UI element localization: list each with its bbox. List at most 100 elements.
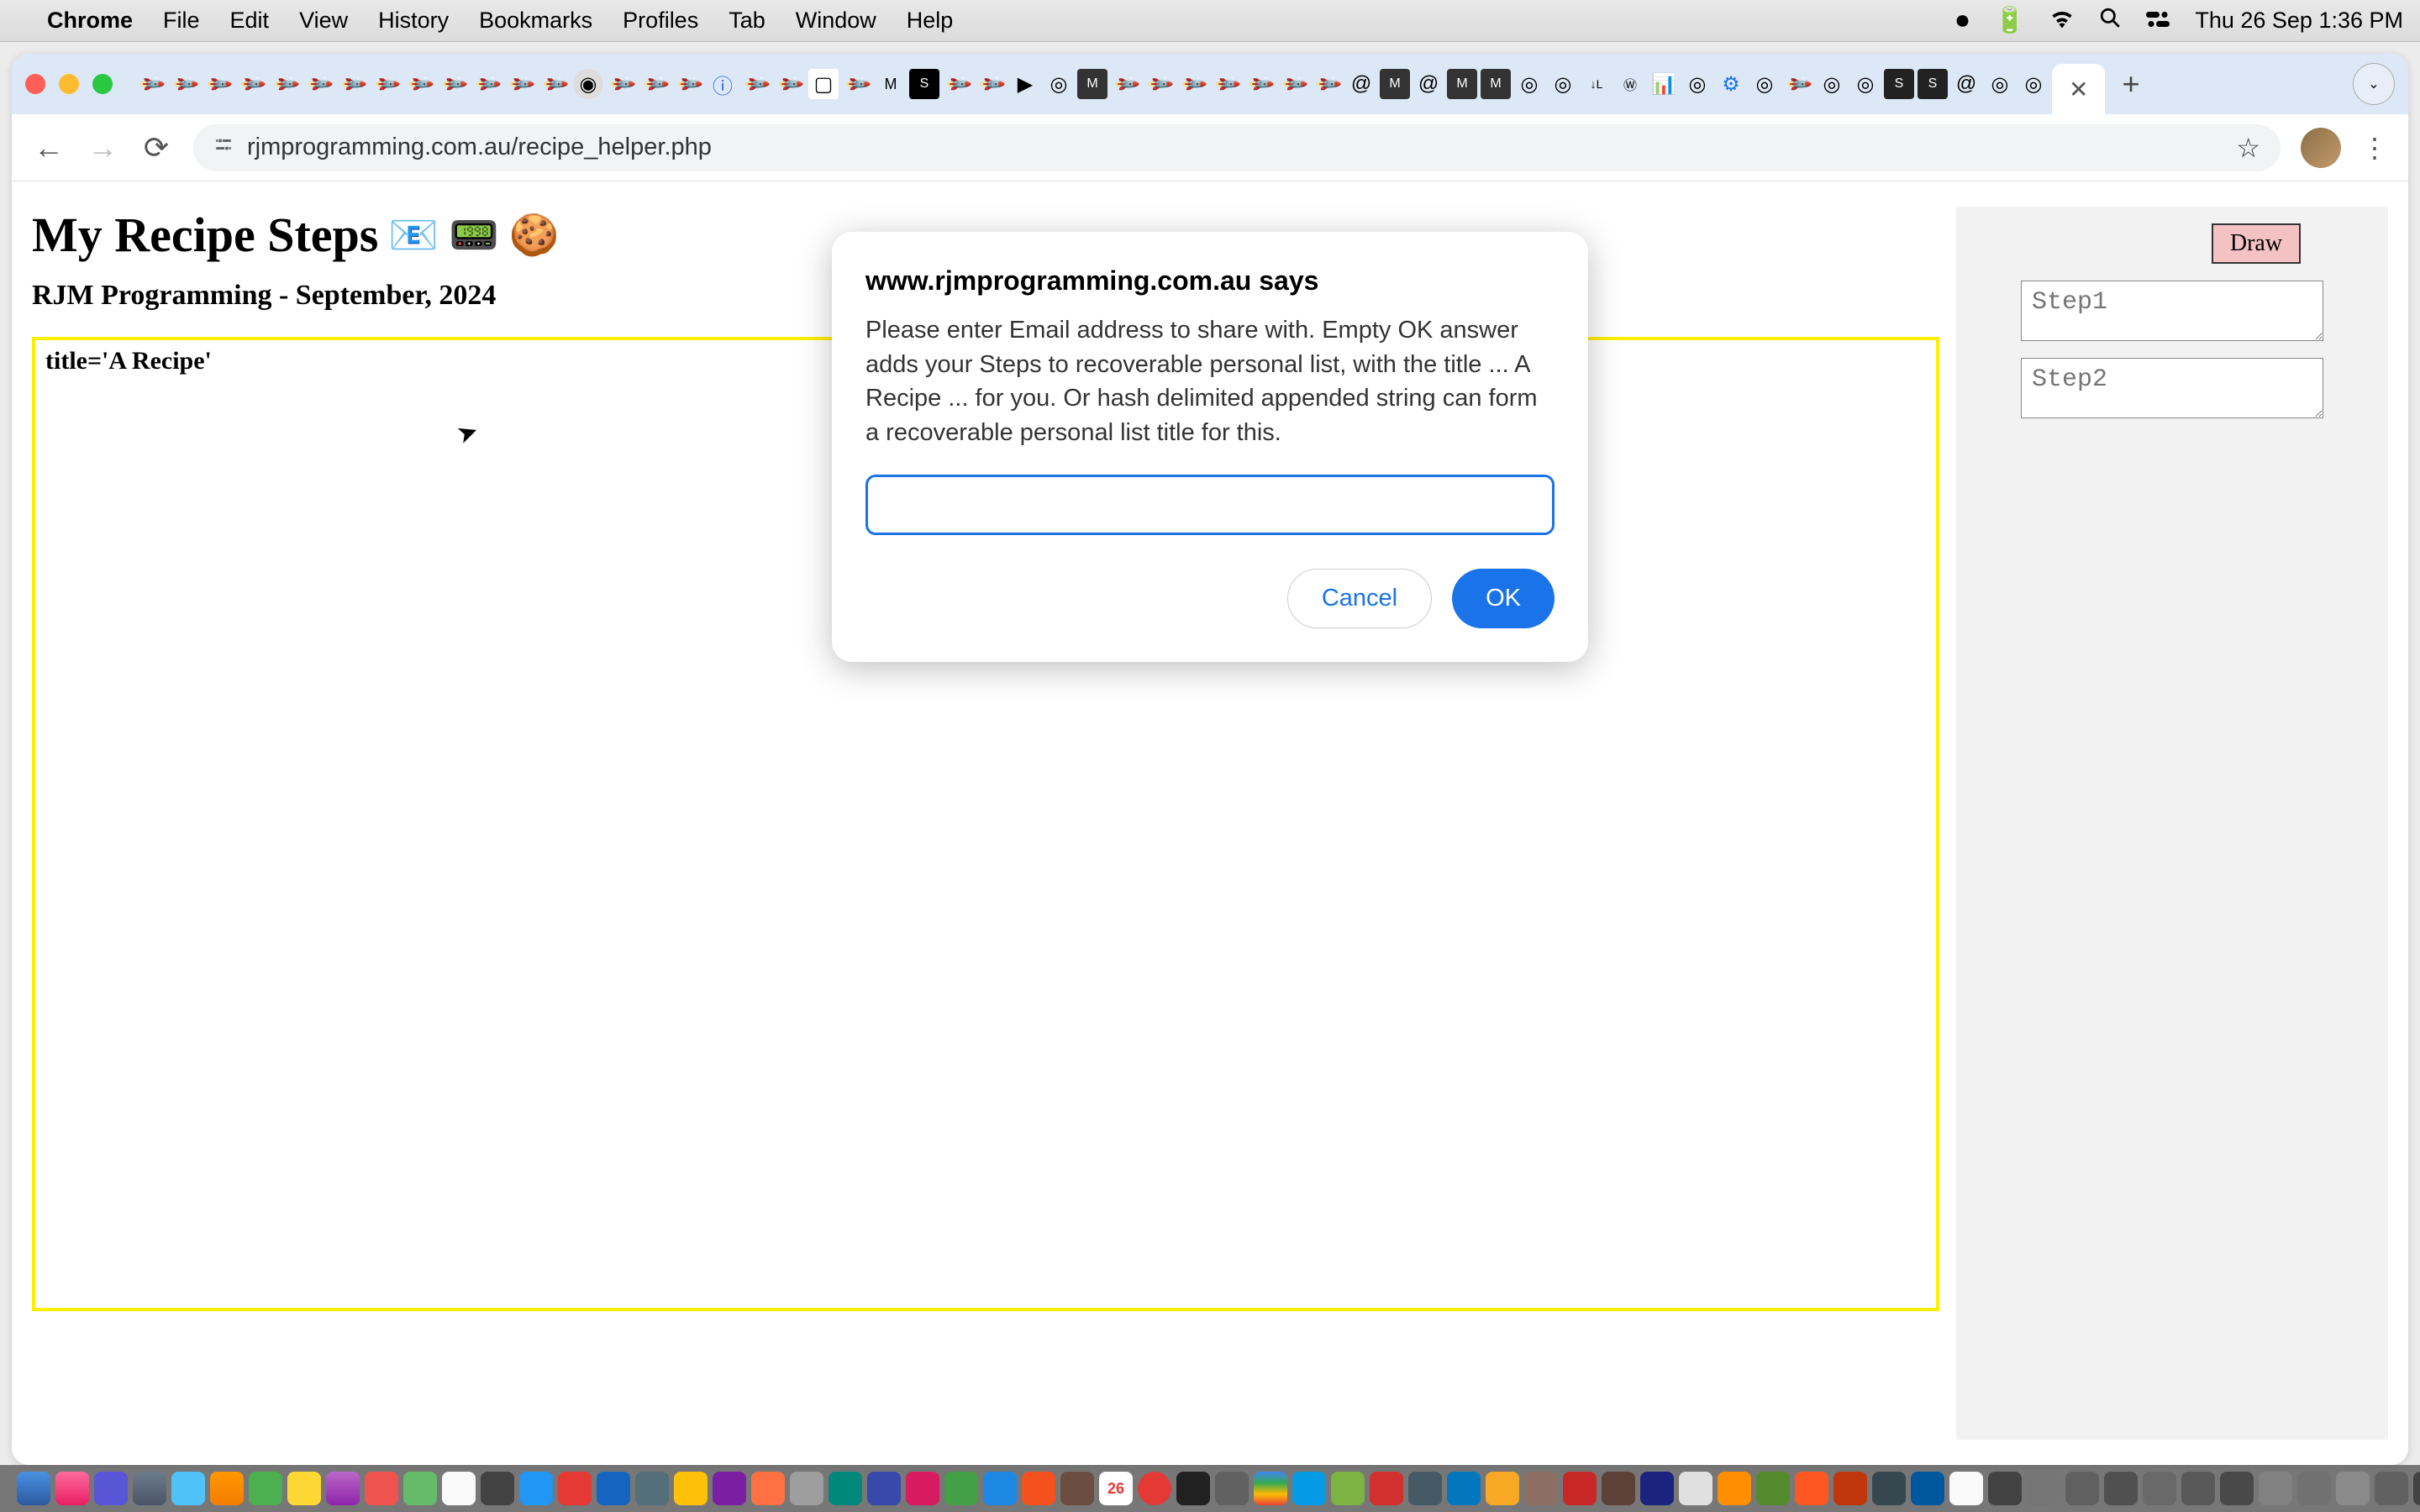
browser-tab[interactable]: 🚀 (1313, 69, 1343, 99)
browser-tab[interactable]: ◎ (1850, 69, 1881, 99)
datetime[interactable]: Thu 26 Sep 1:36 PM (2195, 8, 2403, 34)
browser-tab[interactable]: ◎ (1985, 69, 2015, 99)
dock-app-icon[interactable] (2220, 1472, 2254, 1505)
browser-tab[interactable]: 🚀 (170, 69, 200, 99)
dock-app-icon[interactable] (2143, 1472, 2176, 1505)
dock-app-icon[interactable] (1331, 1472, 1365, 1505)
edit-menu[interactable]: Edit (230, 8, 270, 34)
control-center-icon[interactable] (2146, 7, 2170, 35)
browser-tab[interactable]: 🚀 (1245, 69, 1276, 99)
browser-tab[interactable]: 🚀 (203, 69, 234, 99)
dock-app-icon[interactable]: 26 (1099, 1472, 1133, 1505)
dock-app-icon[interactable] (1176, 1472, 1210, 1505)
dock-app-icon[interactable] (1524, 1472, 1558, 1505)
battery-icon[interactable]: 🔋 (1994, 6, 2025, 35)
dock-app-icon[interactable] (519, 1472, 553, 1505)
browser-tab[interactable]: S (1884, 69, 1914, 99)
dock-app-icon[interactable] (1138, 1472, 1171, 1505)
browser-tab[interactable]: 🚀 (1144, 69, 1175, 99)
email-icon[interactable]: 📧 (388, 211, 439, 259)
cancel-button[interactable]: Cancel (1287, 569, 1432, 628)
dock-app-icon[interactable] (365, 1472, 398, 1505)
dock-app-icon[interactable] (171, 1472, 205, 1505)
bookmarks-menu[interactable]: Bookmarks (479, 8, 592, 34)
dock-app-icon[interactable] (983, 1472, 1017, 1505)
browser-tab[interactable]: ▶ (1010, 69, 1040, 99)
browser-tab[interactable]: 🚀 (1783, 69, 1813, 99)
dock-app-icon[interactable] (1949, 1472, 1983, 1505)
dock-app-icon[interactable] (1911, 1472, 1944, 1505)
browser-tab[interactable]: @ (1346, 69, 1376, 99)
dock-app-icon[interactable] (1022, 1472, 1055, 1505)
dock-app-icon[interactable] (751, 1472, 785, 1505)
browser-tab[interactable]: 🚀 (1212, 69, 1242, 99)
dock-app-icon[interactable] (1060, 1472, 1094, 1505)
active-tab[interactable]: ✕ (2052, 64, 2105, 114)
site-info-icon[interactable] (213, 134, 234, 160)
dock-app-icon[interactable] (1563, 1472, 1597, 1505)
dock-app-icon[interactable] (1640, 1472, 1674, 1505)
bookmark-star-icon[interactable]: ☆ (2236, 132, 2260, 164)
browser-tab[interactable]: 🚀 (472, 69, 502, 99)
maximize-window-button[interactable] (92, 74, 113, 94)
dock-app-icon[interactable] (1988, 1472, 2022, 1505)
dock-app-icon[interactable] (1756, 1472, 1790, 1505)
cookie-icon[interactable]: 🍪 (509, 211, 560, 259)
dock-app-icon[interactable] (597, 1472, 630, 1505)
wifi-icon[interactable] (2050, 7, 2074, 35)
dock-app-icon[interactable] (1254, 1472, 1287, 1505)
browser-tab[interactable]: 🚀 (640, 69, 671, 99)
help-menu[interactable]: Help (907, 8, 954, 34)
dock-app-icon[interactable] (1447, 1472, 1481, 1505)
dock-app-icon[interactable] (133, 1472, 166, 1505)
browser-tab[interactable]: ▢ (808, 69, 839, 99)
tab-overflow-button[interactable]: ⌄ (2353, 63, 2395, 105)
dialog-input[interactable] (865, 475, 1555, 535)
tab-menu[interactable]: Tab (729, 8, 765, 34)
browser-tab[interactable]: 🚀 (439, 69, 469, 99)
browser-tab[interactable]: 🚀 (338, 69, 368, 99)
step1-input[interactable] (2021, 281, 2323, 341)
browser-tab[interactable]: Ⓦ (1615, 69, 1645, 99)
dock-app-icon[interactable] (674, 1472, 708, 1505)
browser-tab[interactable]: ◎ (2018, 69, 2049, 99)
chrome-menu-icon[interactable]: ⋮ (2361, 132, 2388, 164)
browser-tab[interactable]: 🚀 (371, 69, 402, 99)
back-button[interactable]: ← (32, 130, 66, 165)
dock-app-icon[interactable] (1486, 1472, 1519, 1505)
browser-tab[interactable]: ◎ (1682, 69, 1712, 99)
dock-app-icon[interactable] (210, 1472, 244, 1505)
dock-app-icon[interactable] (635, 1472, 669, 1505)
browser-tab[interactable]: ↓L (1581, 69, 1612, 99)
dock-app-icon[interactable] (829, 1472, 862, 1505)
new-tab-button[interactable]: + (2108, 66, 2153, 102)
browser-tab[interactable]: M (876, 69, 906, 99)
browser-tab[interactable]: 🚀 (674, 69, 704, 99)
video-icon[interactable]: 📟 (449, 211, 499, 259)
dock-app-icon[interactable] (326, 1472, 360, 1505)
browser-tab[interactable]: 🚀 (136, 69, 166, 99)
dock-app-icon[interactable] (481, 1472, 514, 1505)
browser-tab[interactable]: S (909, 69, 939, 99)
dock-app-icon[interactable] (944, 1472, 978, 1505)
dock-app-icon[interactable] (2297, 1472, 2331, 1505)
browser-tab[interactable]: ⓘ (708, 69, 738, 99)
dock-app-icon[interactable] (1718, 1472, 1751, 1505)
browser-tab[interactable]: 🚀 (405, 69, 435, 99)
dock-app-icon[interactable] (558, 1472, 592, 1505)
dock-app-icon[interactable] (1292, 1472, 1326, 1505)
dock-app-icon[interactable] (287, 1472, 321, 1505)
dock-app-icon[interactable] (1602, 1472, 1635, 1505)
window-menu[interactable]: Window (796, 8, 876, 34)
browser-tab[interactable]: 🚀 (775, 69, 805, 99)
browser-tab[interactable]: ◎ (1548, 69, 1578, 99)
profile-avatar[interactable] (2301, 128, 2341, 168)
browser-tab[interactable]: ◎ (1044, 69, 1074, 99)
reload-button[interactable]: ⟳ (139, 130, 173, 165)
browser-tab[interactable]: 🚀 (304, 69, 334, 99)
browser-tab[interactable]: ⚙ (1716, 69, 1746, 99)
dock-app-icon[interactable] (867, 1472, 901, 1505)
dock-app-icon[interactable] (2181, 1472, 2215, 1505)
address-bar[interactable]: rjmprogramming.com.au/recipe_helper.php … (193, 124, 2281, 171)
dock-app-icon[interactable] (94, 1472, 128, 1505)
